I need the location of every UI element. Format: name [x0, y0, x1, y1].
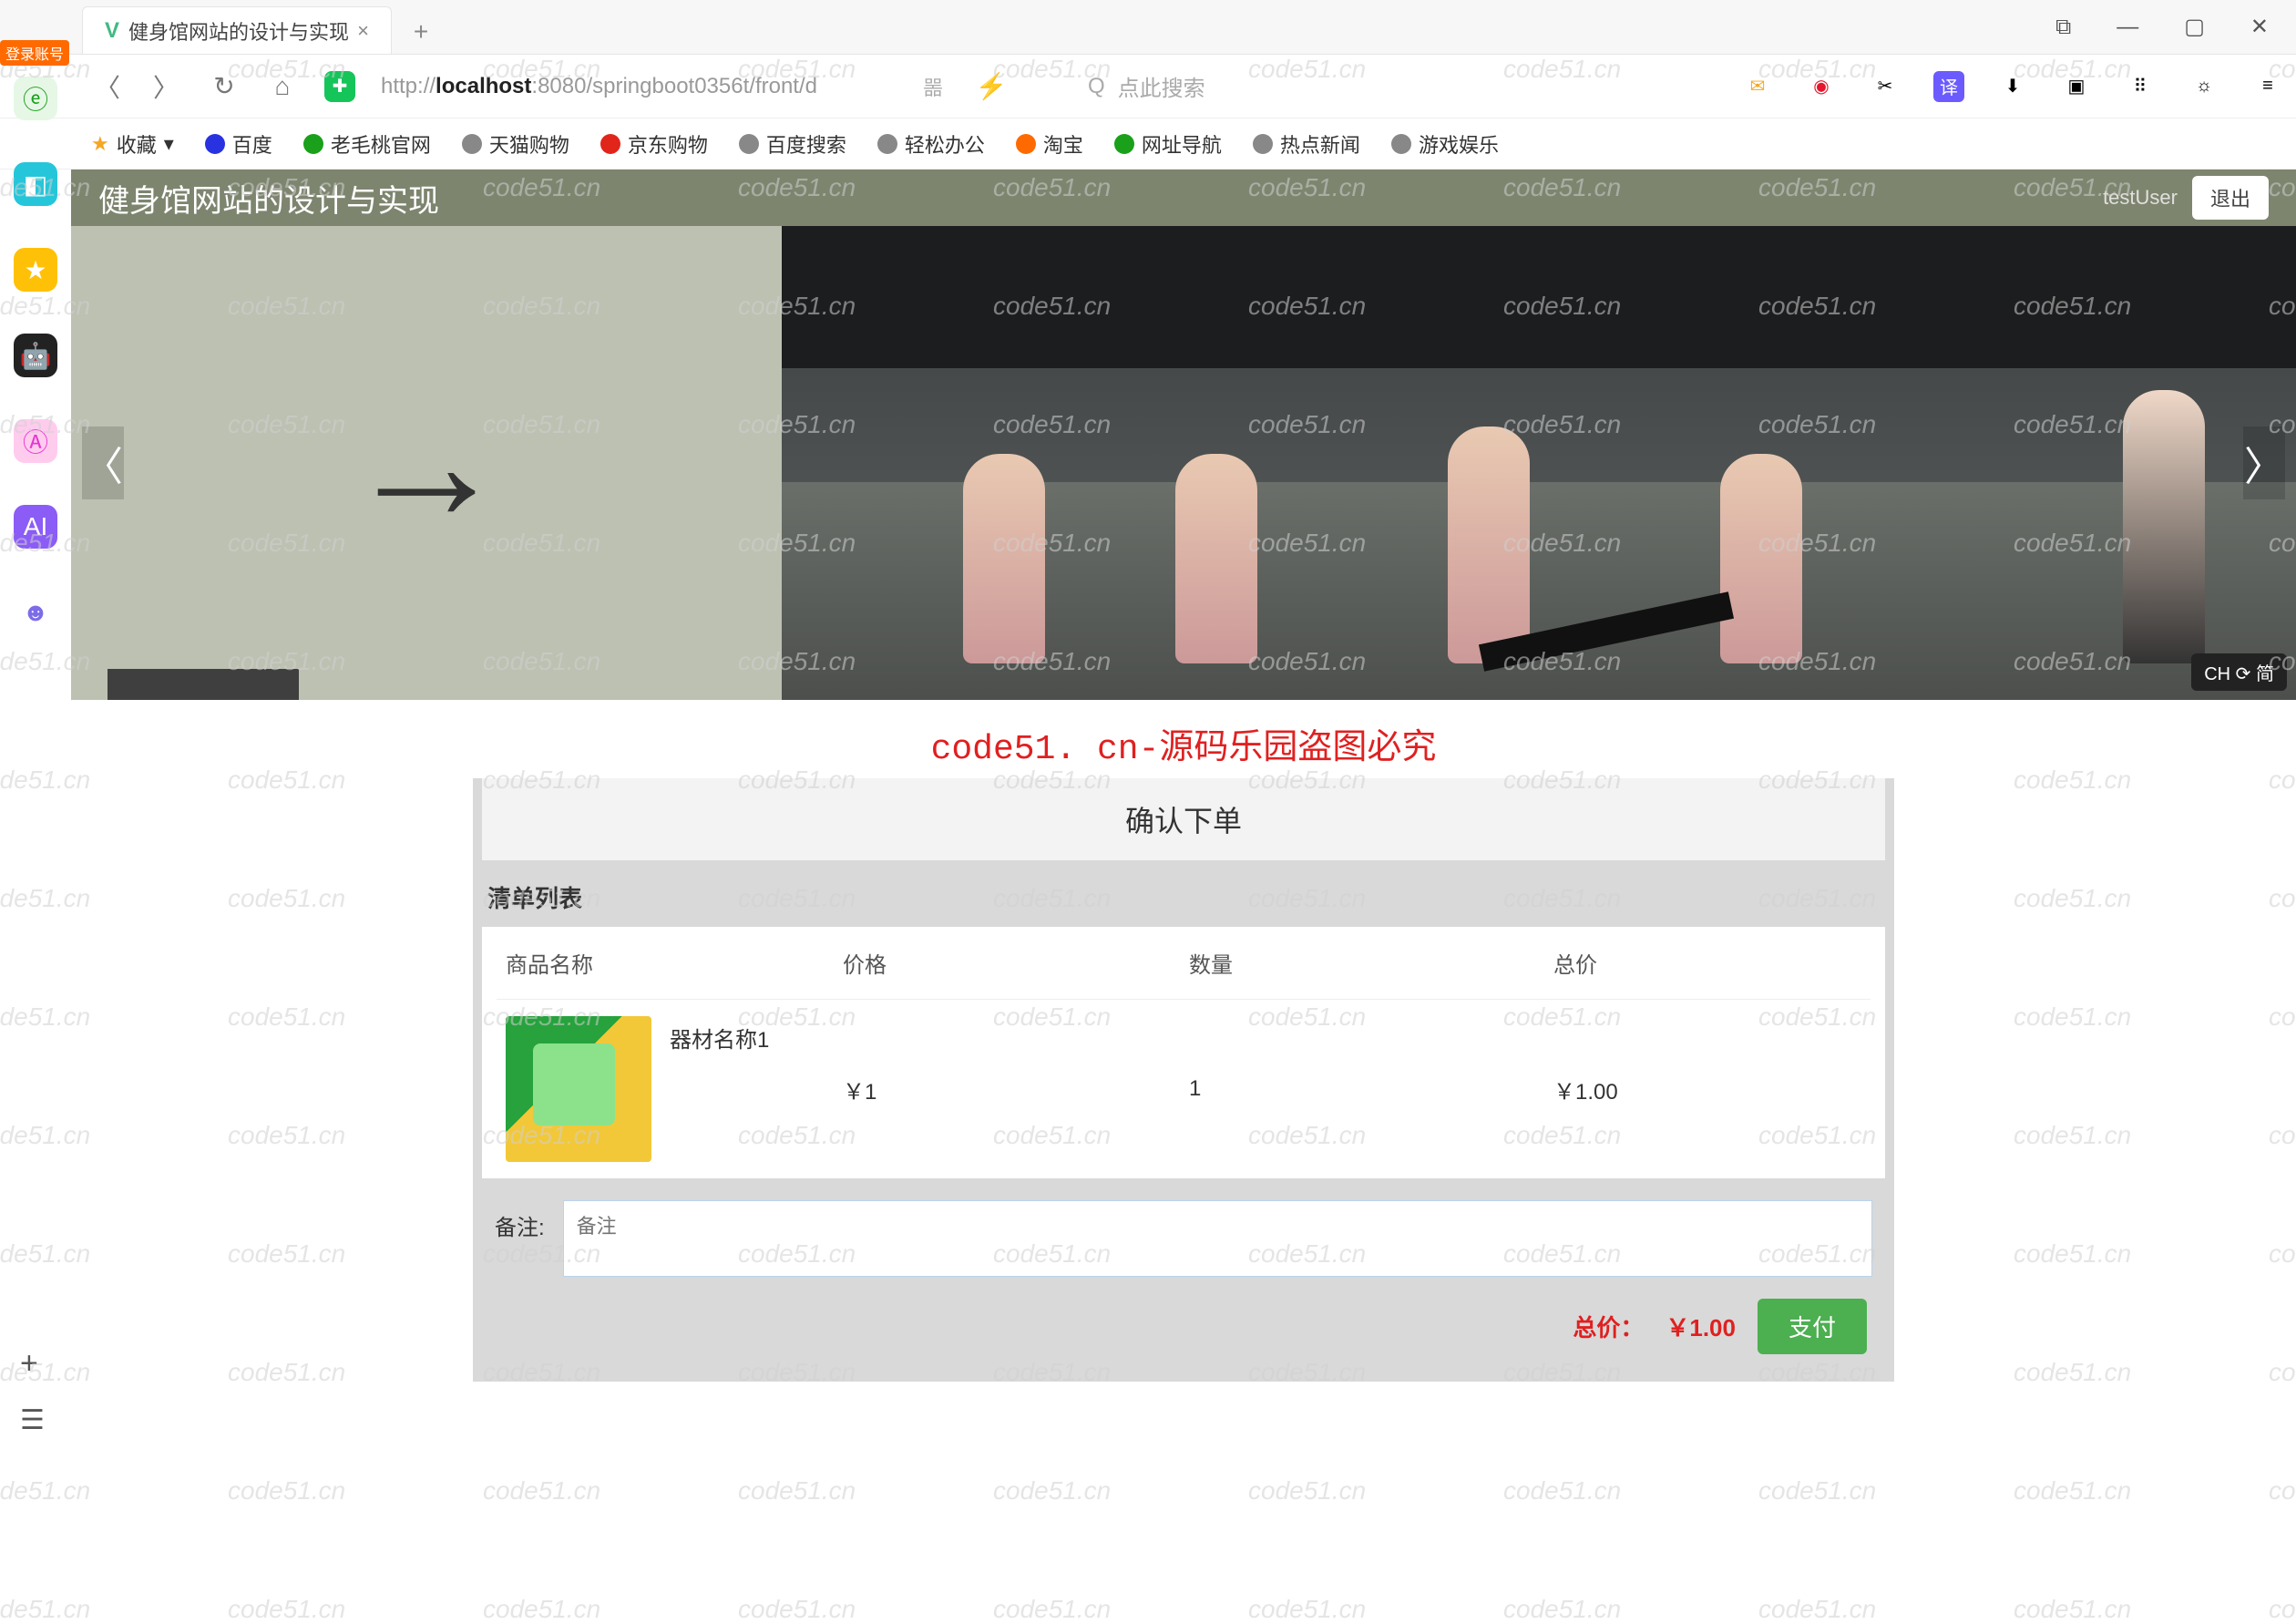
logout-button[interactable]: 退出: [2192, 176, 2269, 220]
remark-label: 备注:: [495, 1200, 545, 1241]
tab-close-icon[interactable]: ×: [357, 19, 369, 43]
hero-carousel: → 〈 〉 CH ⟳ 简: [71, 226, 2296, 700]
total-label: 总价：: [1573, 1310, 1644, 1343]
bookmark-laomaotao[interactable]: 老毛桃官网: [303, 129, 431, 159]
product-price: ￥1: [843, 1074, 1189, 1105]
nav-forward-icon[interactable]: 〉: [149, 68, 182, 105]
col-subtotal: 总价: [1553, 947, 1861, 979]
bookmark-jd[interactable]: 京东购物: [600, 129, 708, 159]
url-path: :8080/springboot0356t/front/d: [531, 74, 817, 98]
carousel-next-icon[interactable]: 〉: [2243, 427, 2285, 499]
product-thumbnail: [506, 1016, 651, 1162]
pay-button[interactable]: 支付: [1758, 1299, 1867, 1354]
tab-title: 健身馆网站的设计与实现: [128, 16, 349, 46]
bookmark-nav[interactable]: 网址导航: [1114, 129, 1222, 159]
current-user: testUser: [2103, 186, 2178, 210]
apps-icon[interactable]: ⠿: [2125, 71, 2156, 102]
window-close-icon[interactable]: ✕: [2250, 14, 2269, 40]
qr-icon[interactable]: 噐: [917, 72, 949, 101]
weibo-icon[interactable]: ◉: [1806, 71, 1837, 102]
col-price: 价格: [843, 947, 1189, 979]
carousel-slide-gym: [782, 226, 2296, 700]
sidebar-app1-icon[interactable]: ◧: [14, 162, 57, 206]
login-account-tag[interactable]: 登录账号: [0, 40, 69, 66]
ime-indicator[interactable]: CH ⟳ 简: [2191, 653, 2287, 691]
flash-icon[interactable]: ⚡: [975, 71, 1008, 101]
total-value: ￥1.00: [1666, 1310, 1736, 1343]
search-box[interactable]: Q 点此搜索: [1088, 70, 1205, 102]
carousel-slide-left: →: [71, 226, 782, 700]
search-placeholder: 点此搜索: [1118, 70, 1205, 102]
product-name: 器材名称1: [670, 1016, 769, 1054]
nav-reload-icon[interactable]: ↻: [208, 71, 241, 101]
table-header: 商品名称 价格 数量 总价: [497, 927, 1871, 1000]
browser-tab[interactable]: V 健身馆网站的设计与实现 ×: [82, 6, 392, 54]
site-header: 健身馆网站的设计与实现 testUser 退出: [71, 170, 2296, 226]
download-icon[interactable]: ⬇: [1997, 71, 2028, 102]
theme-icon[interactable]: ☼: [2188, 71, 2219, 102]
bookmarks-bar: ★收藏 ▾ 百度 老毛桃官网 天猫购物 京东购物 百度搜索 轻松办公 淘宝 网址…: [0, 118, 2296, 170]
url-field[interactable]: http://localhost:8080/springboot0356t/fr…: [381, 74, 891, 99]
translate-icon[interactable]: 译: [1933, 71, 1964, 102]
sidebar-list-icon[interactable]: ☰: [20, 1404, 45, 1436]
bookmark-tmall[interactable]: 天猫购物: [462, 129, 569, 159]
bookmark-news[interactable]: 热点新闻: [1253, 129, 1360, 159]
sidebar-add-icon[interactable]: +: [20, 1346, 38, 1382]
window-maximize-icon[interactable]: ▢: [2184, 14, 2205, 40]
order-card: 确认下单 清单列表 商品名称 价格 数量 总价 器材名称1 ￥1: [473, 778, 1894, 1382]
order-list-title: 清单列表: [482, 868, 1885, 927]
nav-home-icon[interactable]: ⌂: [266, 72, 299, 101]
confirm-order-title: 确认下单: [482, 778, 1885, 860]
url-prefix: http://: [381, 74, 436, 98]
col-qty: 数量: [1189, 947, 1553, 979]
search-icon: Q: [1088, 74, 1105, 99]
bookmark-office[interactable]: 轻松办公: [877, 129, 985, 159]
sidebar-ai1-icon[interactable]: Ⓐ: [14, 419, 57, 463]
bookmark-taobao[interactable]: 淘宝: [1016, 129, 1083, 159]
bookmark-baidu[interactable]: 百度: [205, 129, 272, 159]
nav-back-icon[interactable]: 〈: [91, 68, 124, 105]
sidebar-face-icon[interactable]: ☻: [14, 591, 57, 634]
sidebar-star-icon[interactable]: ★: [14, 248, 57, 292]
scissors-icon[interactable]: ✂: [1870, 71, 1901, 102]
arrow-right-icon: →: [344, 369, 508, 558]
product-qty: 1: [1189, 1076, 1553, 1102]
sidebar-bot-icon[interactable]: 🤖: [14, 334, 57, 377]
col-name: 商品名称: [506, 947, 843, 979]
favorites-button[interactable]: ★收藏 ▾: [91, 129, 174, 159]
table-row: 器材名称1 ￥1 1 ￥1.00: [497, 1000, 1871, 1178]
new-tab-button[interactable]: +: [403, 14, 439, 50]
bookmark-baidusearch[interactable]: 百度搜索: [739, 129, 846, 159]
sidebar-ai2-icon[interactable]: AI: [14, 505, 57, 549]
browser-sidebar: ⓔ ◧ ★ 🤖 Ⓐ AI ☻: [0, 55, 71, 634]
window-minimize-icon[interactable]: —: [2117, 15, 2138, 40]
watermark-red: code51. cn-源码乐园盗图必究: [71, 709, 2296, 778]
mail-icon[interactable]: ✉: [1742, 71, 1773, 102]
carousel-prev-icon[interactable]: 〈: [82, 427, 124, 499]
site-title: 健身馆网站的设计与实现: [98, 176, 439, 221]
order-table: 商品名称 价格 数量 总价 器材名称1 ￥1 1 ￥1.00: [482, 927, 1885, 1178]
bookmark-games[interactable]: 游戏娱乐: [1391, 129, 1499, 159]
vue-icon: V: [105, 18, 119, 44]
remark-row: 备注:: [482, 1178, 1885, 1286]
window-pip-icon[interactable]: ⧉: [2055, 15, 2071, 40]
product-subtotal: ￥1.00: [1553, 1074, 1861, 1105]
carousel-indicator[interactable]: [108, 669, 299, 700]
menu-icon[interactable]: ≡: [2252, 71, 2283, 102]
security-shield-icon[interactable]: ✚: [324, 71, 355, 102]
web-page: 健身馆网站的设计与实现 testUser 退出 → 〈 〉 CH ⟳ 简: [71, 170, 2296, 1464]
sidebar-browser-icon[interactable]: ⓔ: [14, 77, 57, 120]
pip-icon[interactable]: ▣: [2061, 71, 2092, 102]
url-host: localhost: [436, 74, 531, 98]
address-bar: 〈 〉 ↻ ⌂ ✚ http://localhost:8080/springbo…: [0, 55, 2296, 118]
remark-input[interactable]: [563, 1200, 1872, 1277]
browser-titlebar: V 健身馆网站的设计与实现 × + ⧉ — ▢ ✕: [0, 0, 2296, 55]
